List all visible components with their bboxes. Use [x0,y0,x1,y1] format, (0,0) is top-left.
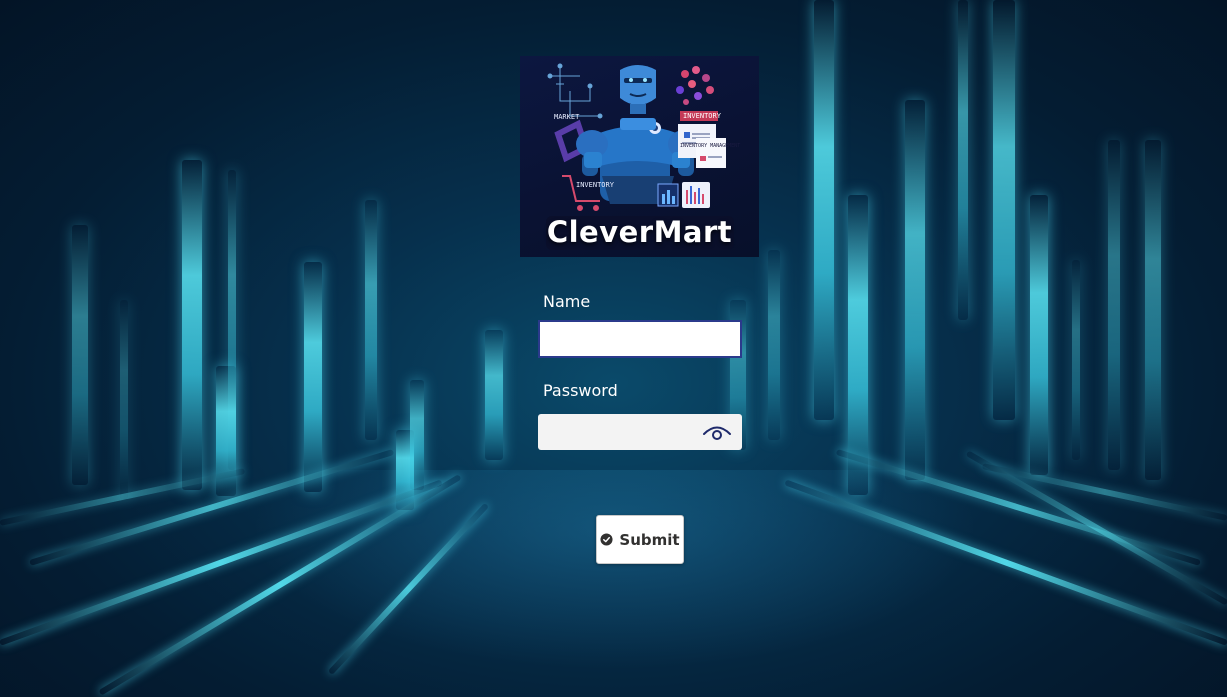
light-beam [1145,140,1161,480]
logo-tag-market: MARKET [554,113,580,121]
password-input[interactable] [538,414,698,450]
logo-tag-inventory-top: INVENTORY [683,112,721,120]
name-label: Name [543,292,591,311]
logo-tag-inventory-bottom: INVENTORY [576,181,614,189]
light-beam [410,380,424,490]
light-beam [365,200,377,440]
light-beam [1108,140,1120,470]
submit-button[interactable]: Submit [596,515,684,564]
eye-icon[interactable] [701,419,733,445]
light-streak [981,463,1227,521]
name-input[interactable] [538,320,742,358]
password-field [538,414,742,450]
submit-label: Submit [619,530,680,549]
light-beam [182,160,202,490]
logo-tag-inventory-doc: INVENTORY MANAGEMENT [680,143,741,149]
logo-title: CleverMart [546,215,733,249]
light-beam [993,0,1015,420]
light-beam [958,0,968,320]
light-beam [304,262,322,492]
light-beam [72,225,88,485]
light-beam [848,195,868,495]
password-label: Password [543,381,618,400]
light-beam [120,300,128,500]
light-beam [768,250,780,440]
light-beam [814,0,834,420]
light-beam [1030,195,1048,475]
light-beam [1072,260,1080,460]
check-circle-icon [600,533,613,546]
light-beam [905,100,925,480]
light-beam [485,330,503,460]
clevermart-logo: MARKET INVENTORY INVENTORY MANAGEMENT IN… [520,56,759,257]
